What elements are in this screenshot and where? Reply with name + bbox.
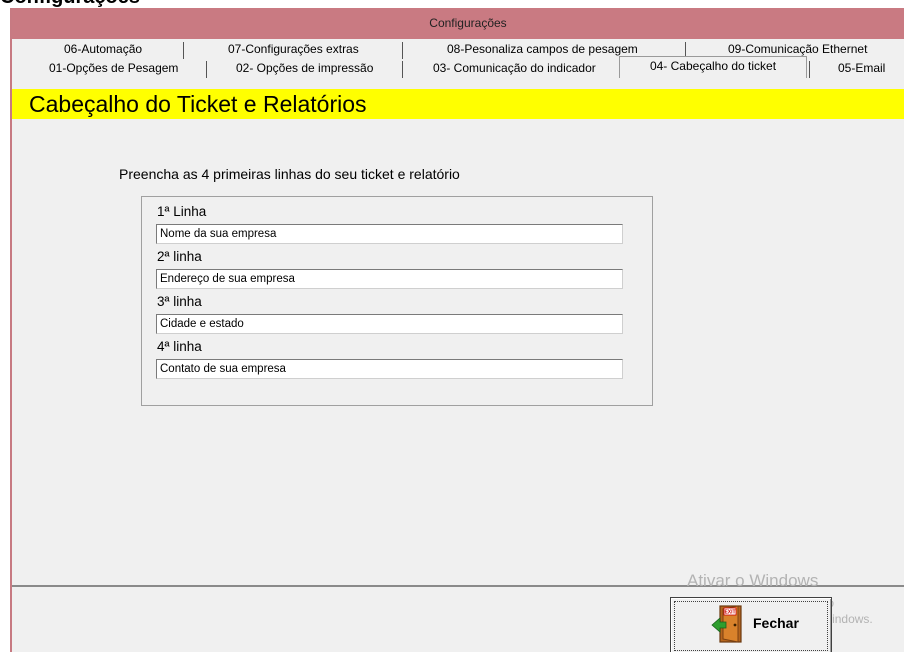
tab-strip: 06-Automação 07-Configurações extras 08-… [12,39,904,85]
activation-watermark-title: Ativar o Windows [687,571,819,590]
line-3-label: 3ª linha [157,294,202,309]
close-button[interactable]: EXIT Fechar [670,597,832,652]
line-4-label: 4ª linha [157,339,202,354]
title-bar[interactable]: Configurações [12,8,904,39]
tab-separator [183,42,184,59]
tab-automacao[interactable]: 06-Automação [64,40,142,59]
tab-opcoes-pesagem[interactable]: 01-Opções de Pesagem [49,59,178,78]
line-2-label: 2ª linha [157,249,202,264]
tab-configuracoes-extras[interactable]: 07-Configurações extras [228,40,359,59]
close-button-label: Fechar [753,615,799,631]
line-1-input[interactable] [156,224,623,244]
cut-off-heading: Configurações [0,0,140,8]
focus-rectangle [674,601,828,651]
tab-separator [402,61,403,78]
tab-separator [402,42,403,59]
line-4-input[interactable] [156,359,623,379]
settings-window: Configurações 06-Automação 07-Configuraç… [10,8,904,652]
header-band: Cabeçalho do Ticket e Relatórios [12,89,904,119]
tab-comunicacao-indicador[interactable]: 03- Comunicação do indicador [433,59,596,78]
tab-email[interactable]: 05-Email [838,59,885,78]
header-lines-group: 1ª Linha 2ª linha 3ª linha 4ª linha [141,196,653,406]
line-1-label: 1ª Linha [157,204,207,219]
line-2-input[interactable] [156,269,623,289]
instruction-text: Preencha as 4 primeiras linhas do seu ti… [119,166,460,182]
background-window-strip: Configurações [0,0,904,8]
svg-text:EXIT: EXIT [724,610,735,616]
tab-cabecalho-ticket[interactable]: 04- Cabeçalho do ticket [619,56,807,78]
tab-separator [206,61,207,78]
line-3-input[interactable] [156,314,623,334]
window-title: Configurações [429,16,507,30]
tab-personaliza-campos[interactable]: 08-Pesonaliza campos de pesagem [447,40,638,59]
exit-door-icon: EXIT [711,605,742,643]
page-title: Cabeçalho do Ticket e Relatórios [29,91,367,117]
tab-separator [809,61,810,78]
tab-opcoes-impressao[interactable]: 02- Opções de impressão [236,59,373,78]
